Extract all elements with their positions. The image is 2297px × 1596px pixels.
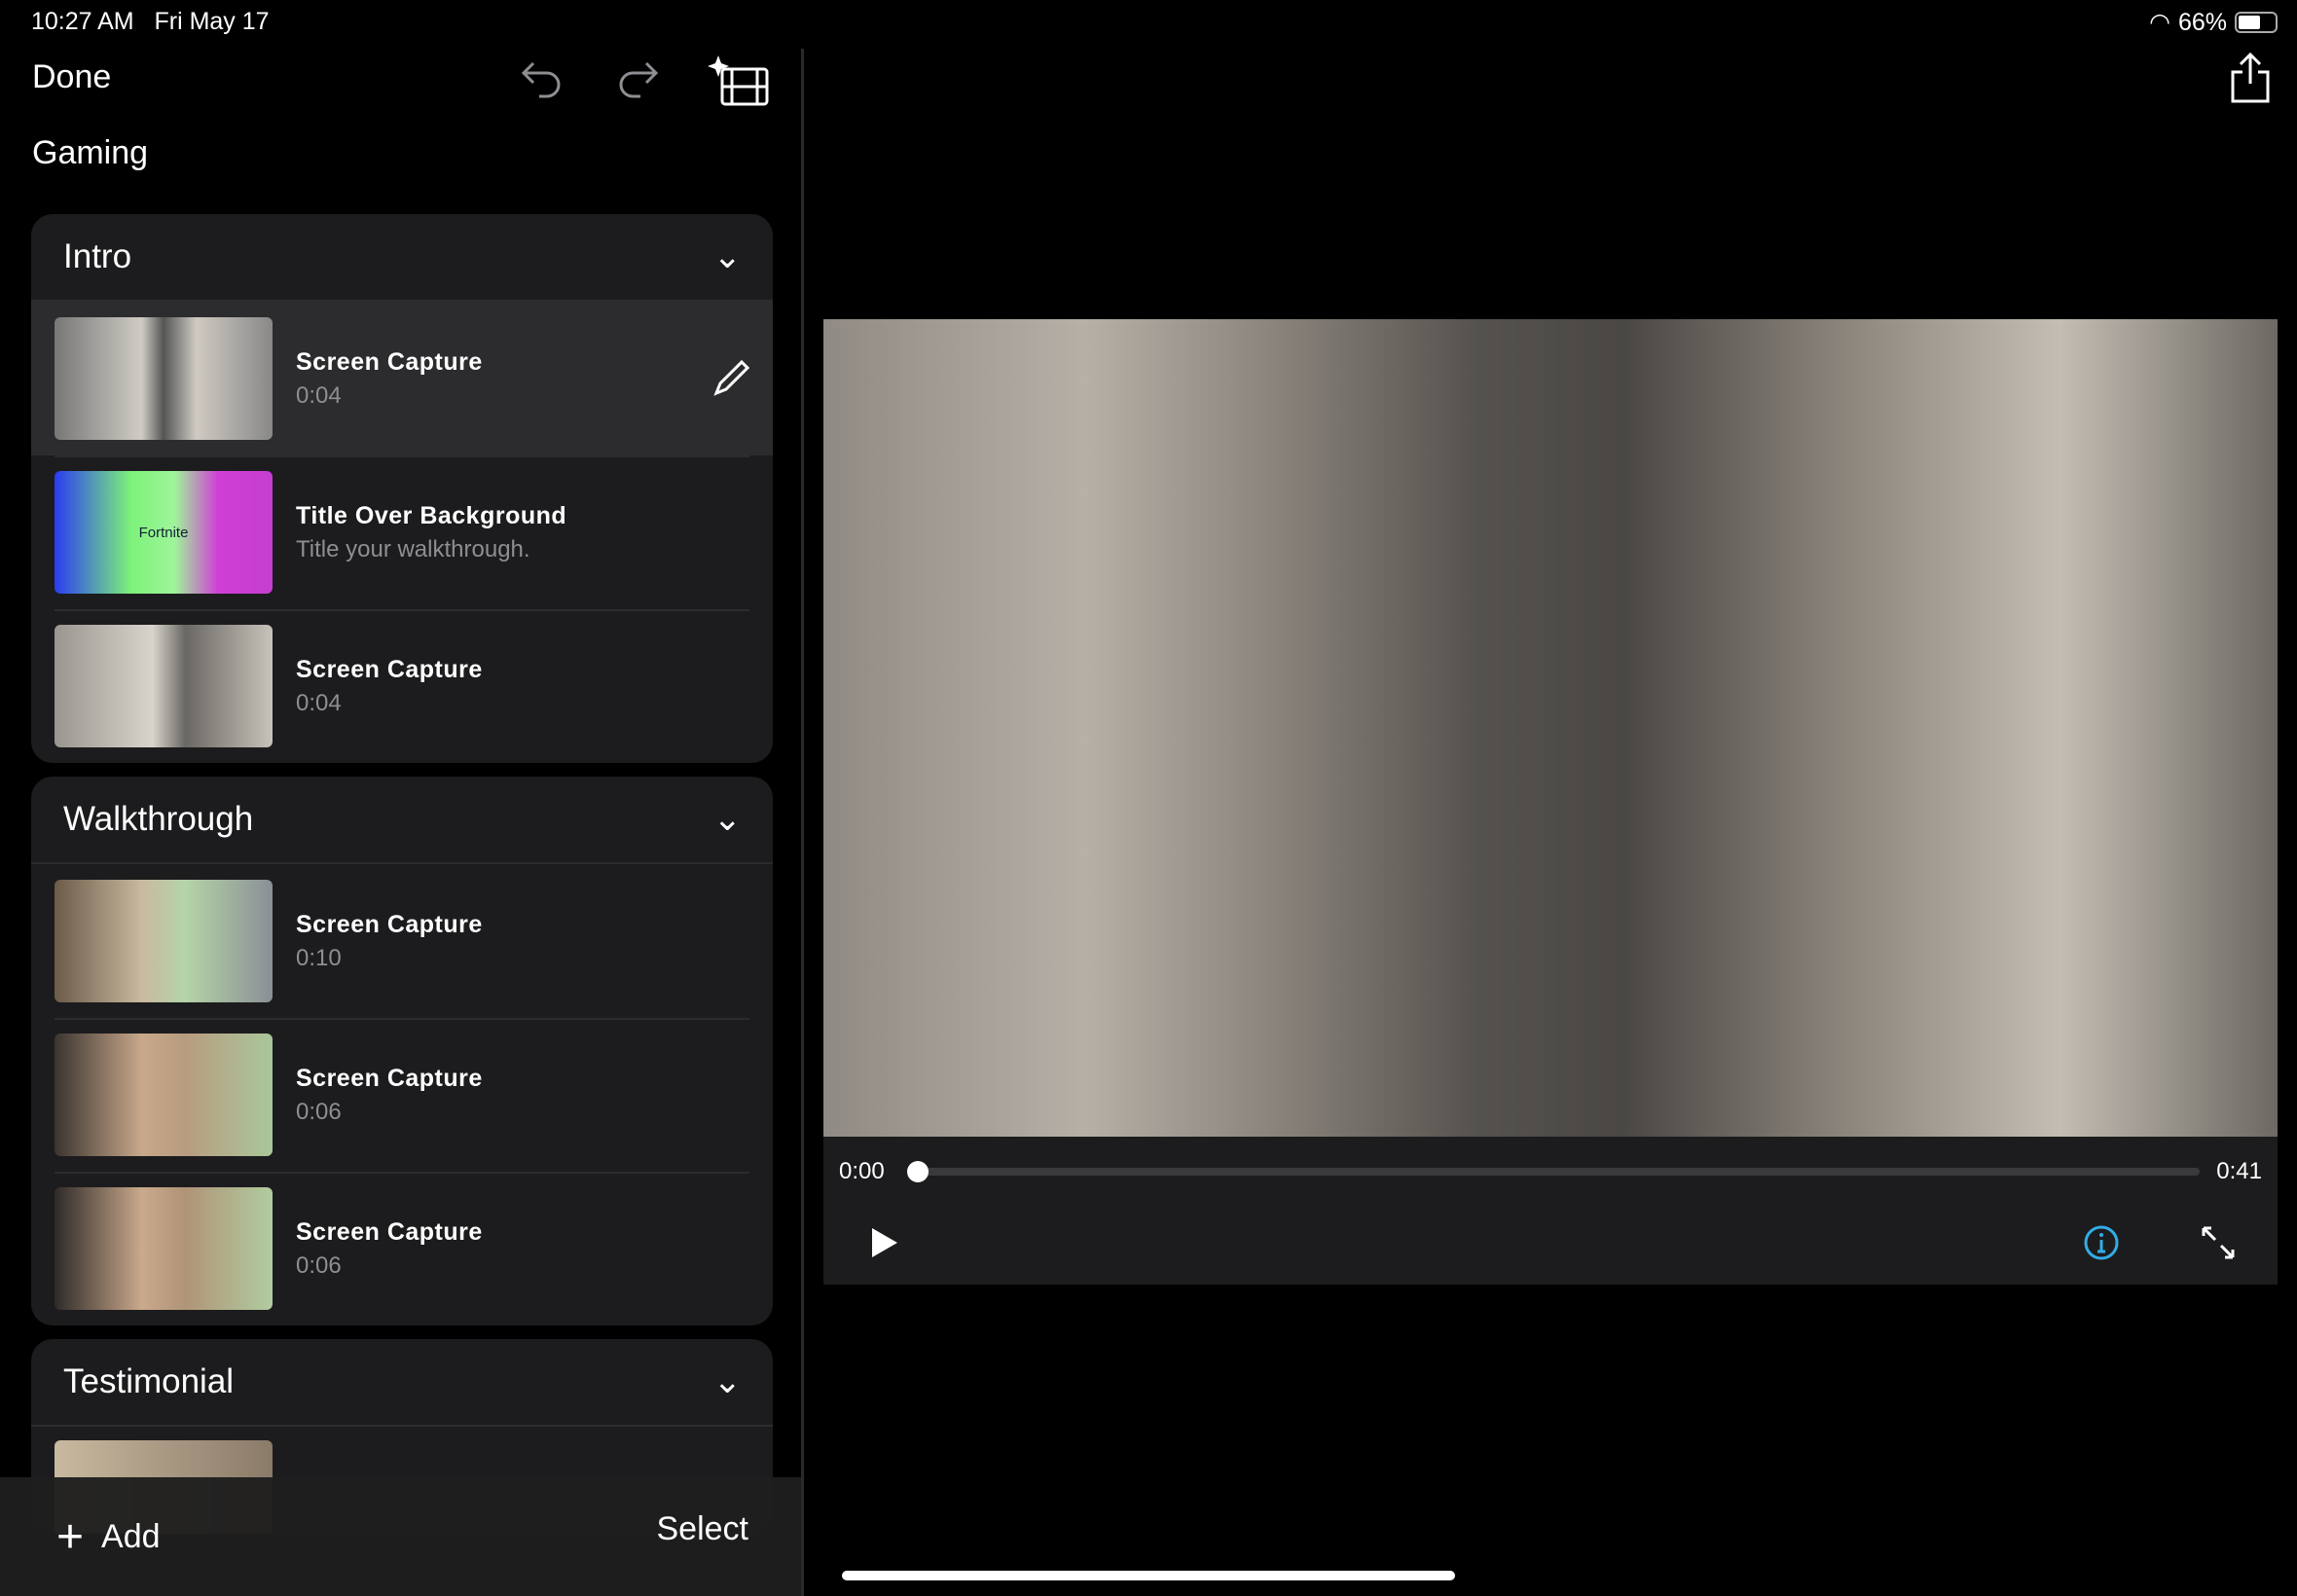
clip-name: Screen Capture [296,1217,483,1246]
clip-thumbnail [55,625,273,747]
plus-icon: + [56,1511,85,1563]
wifi-icon: ◠ [2149,9,2170,36]
home-indicator [842,1571,1455,1580]
share-icon[interactable] [2227,51,2274,105]
section-walkthrough: Walkthrough ⌄ Screen Capture 0:10 Screen C… [31,777,773,1325]
section-header[interactable]: Testimonial ⌄ [31,1339,773,1427]
clip-name: Screen Capture [296,655,483,683]
scrubber[interactable] [907,1161,2200,1182]
player-controls: 0:00 0:41 [823,1137,2278,1285]
section-intro: Intro ⌄ Screen Capture 0:04 Fortnite Title… [31,214,773,763]
battery-icon [2235,12,2278,33]
clip-duration: 0:06 [296,1251,342,1279]
clip-thumbnail [55,317,273,440]
list-item[interactable]: Fortnite Title Over Background Title your… [31,455,773,609]
done-button[interactable]: Done [32,58,111,96]
section-header[interactable]: Walkthrough ⌄ [31,777,773,864]
list-item[interactable]: Screen Capture 0:04 [31,302,773,455]
clip-thumbnail: Fortnite [55,471,273,594]
sidebar: Done Gaming Intro ⌄ Screen Capture 0:04 Fo… [0,0,803,1596]
list-item[interactable]: Screen Capture 0:06 [31,1018,773,1172]
clip-name: Screen Capture [296,1064,483,1092]
clip-subtitle: Title your walkthrough. [296,535,530,562]
clip-duration: 0:04 [296,381,342,409]
chevron-down-icon[interactable]: ⌄ [713,237,742,276]
chevron-down-icon[interactable]: ⌄ [713,1362,742,1401]
clip-duration: 0:06 [296,1098,342,1125]
list-item[interactable]: Screen Capture 0:04 [31,609,773,763]
clip-duration: 0:04 [296,689,342,716]
clip-name: Screen Capture [296,347,483,376]
list-item[interactable]: Screen Capture 0:10 [31,864,773,1018]
info-icon[interactable] [2083,1224,2120,1261]
duration: 0:41 [2216,1158,2262,1184]
bottom-bar: + Add Select [0,1477,803,1596]
select-button[interactable]: Select [657,1510,749,1548]
video-preview[interactable] [823,319,2278,1137]
battery-percent: 66% [2177,8,2227,36]
clip-name: Title Over Background [296,501,567,529]
project-title: Gaming [32,134,149,171]
clip-thumbnail [55,880,273,1002]
divider [801,49,804,1596]
list-item[interactable]: Screen Capture 0:06 [31,1172,773,1325]
pencil-icon[interactable] [712,358,751,397]
clip-thumbnail [55,1187,273,1310]
redo-icon[interactable] [613,54,664,104]
chevron-down-icon[interactable]: ⌄ [713,800,742,839]
add-button[interactable]: + Add [56,1510,161,1564]
clip-thumbnail [55,1034,273,1156]
clip-duration: 0:10 [296,944,342,971]
scrubber-knob[interactable] [907,1161,929,1182]
current-time: 0:00 [839,1158,885,1184]
section-header[interactable]: Intro ⌄ [31,214,773,302]
clip-name: Screen Capture [296,910,483,938]
status-right: ◠ 66% [2149,8,2278,37]
play-icon[interactable] [870,1226,899,1259]
undo-icon[interactable] [516,54,566,104]
fullscreen-icon[interactable] [2200,1224,2237,1261]
magic-movie-icon[interactable] [707,54,771,108]
